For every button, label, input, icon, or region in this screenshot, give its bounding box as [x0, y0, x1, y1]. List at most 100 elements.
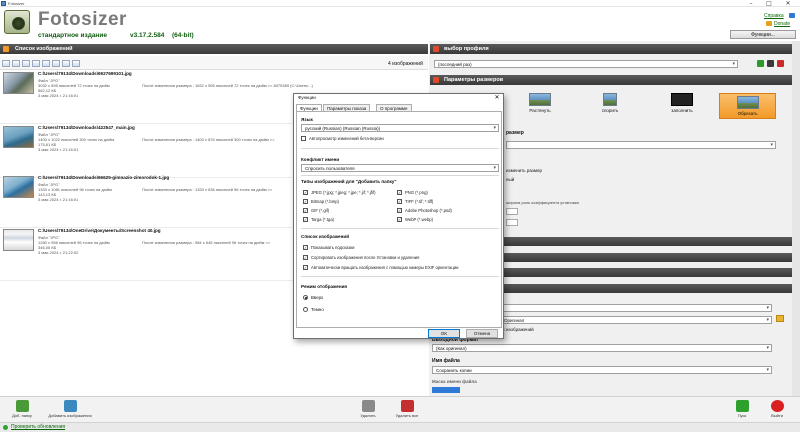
help-link[interactable]: Справка: [764, 13, 784, 19]
add-folder-label: Доб. папку: [12, 413, 32, 418]
radio-dot[interactable]: [303, 295, 308, 301]
auto-preview-checkbox[interactable]: Автопросмотр изменений бета-версии: [301, 136, 384, 142]
remove-all-label: Удалить все: [395, 413, 419, 418]
preview-icon[interactable]: [72, 60, 80, 67]
radio-dot[interactable]: [303, 307, 308, 313]
height-spinner[interactable]: [506, 219, 518, 226]
type-gif-checkbox[interactable]: GIF (*.gif): [303, 208, 330, 214]
save-profile-icon[interactable]: [767, 60, 774, 67]
close-window-button[interactable]: ✕: [781, 0, 795, 7]
checkbox-box[interactable]: [303, 208, 308, 214]
camera-logo-icon: [4, 10, 30, 34]
exit-label: Выйти: [771, 413, 783, 418]
type-label: GIF (*.gif): [311, 208, 330, 213]
power-icon: [770, 400, 784, 412]
mode-dark-radio[interactable]: Темно: [303, 307, 324, 313]
folder-note: ах изображений: [500, 327, 534, 332]
help-icon[interactable]: [789, 13, 795, 18]
ok-button[interactable]: OK: [428, 329, 460, 338]
resize-fit-button[interactable]: спорить: [584, 91, 636, 117]
size-settings-header[interactable]: Параметры размеров ▴: [430, 75, 800, 85]
checkbox-box[interactable]: [303, 255, 308, 261]
type-psd-checkbox[interactable]: Adobe Photoshop (*.psd): [397, 208, 452, 214]
edition-label: стандартное издание: [38, 32, 107, 39]
type-tiff-checkbox[interactable]: TIFF (*.tif; *.tiff): [397, 199, 434, 205]
divider: [301, 276, 499, 277]
checkbox-box[interactable]: [303, 245, 308, 251]
filename-select[interactable]: Сохранить копии: [432, 366, 772, 374]
view-tiles-icon[interactable]: [42, 60, 50, 67]
image-list-options-label: Список изображений: [301, 234, 350, 239]
name-conflict-select[interactable]: Спросить пользователя: [301, 164, 499, 172]
type-jpeg-checkbox[interactable]: JPEG (*.jpg; *.jpeg; *.jpe; *.jif; *.jfi…: [303, 190, 376, 196]
profile-header[interactable]: выбор профиля ▴: [430, 44, 800, 54]
check-updates-link[interactable]: Проверить обновления: [11, 424, 65, 430]
type-tga-checkbox[interactable]: Targa (*.tga): [303, 217, 335, 223]
checkbox-box[interactable]: [301, 136, 306, 142]
width-spinner[interactable]: [506, 208, 518, 215]
view-large-icon[interactable]: [32, 60, 40, 67]
show-tooltips-checkbox[interactable]: Показывать подсказки: [303, 245, 355, 251]
type-label: WebP (*.webp): [405, 217, 434, 222]
rotate-right-icon[interactable]: [62, 60, 70, 67]
view-thumbnails-icon[interactable]: [22, 60, 30, 67]
maximize-button[interactable]: □: [762, 0, 776, 7]
destination-select[interactable]: [500, 304, 772, 312]
checkbox-box[interactable]: [397, 199, 402, 205]
size-select[interactable]: [506, 141, 776, 149]
checkbox-box[interactable]: [303, 217, 308, 223]
view-list-icon[interactable]: [12, 60, 20, 67]
type-webp-checkbox[interactable]: WebP (*.webp): [397, 217, 434, 223]
update-icon: [3, 425, 8, 430]
resize-fill-button[interactable]: заполнить: [656, 91, 708, 117]
resize-stretch-button[interactable]: Растянуть: [514, 91, 566, 117]
profile-icon: [433, 46, 439, 52]
folder-icon[interactable]: [776, 315, 784, 322]
divider: [301, 175, 499, 176]
functions-button[interactable]: Функции...: [730, 30, 796, 39]
add-profile-icon[interactable]: [757, 60, 764, 67]
status-bar: Проверить обновления: [0, 422, 800, 432]
resize-stretch-label: Растянуть: [529, 108, 551, 113]
mode-label: Вверх: [311, 295, 324, 300]
type-label: JPEG (*.jpg; *.jpeg; *.jpe; *.jif; *.jfi…: [311, 190, 376, 195]
language-select[interactable]: русский (Russian) (Russian (Russia)): [301, 124, 499, 132]
app-icon: [1, 1, 6, 6]
start-label: Пуск: [737, 413, 747, 418]
mode-light-radio[interactable]: Вверх: [303, 295, 324, 301]
resize-info: После изменения размера : 1400 х 876 пик…: [142, 137, 275, 142]
checkbox-box[interactable]: [397, 190, 402, 196]
auto-rotate-checkbox[interactable]: Автоматически вращать изображения с помо…: [303, 265, 458, 271]
option-label: Показывать подсказки: [311, 245, 355, 250]
rotate-left-icon[interactable]: [52, 60, 60, 67]
thumbnail-image: [3, 176, 34, 198]
minimize-button[interactable]: –: [744, 0, 758, 7]
window-titlebar: Fotosizer – □ ✕: [0, 0, 800, 7]
add-images-icon: [63, 400, 77, 412]
checkbox-box[interactable]: [303, 199, 308, 205]
view-details-icon[interactable]: [2, 60, 10, 67]
type-bmp-checkbox[interactable]: Bitmap (*.bmp): [303, 199, 339, 205]
stretch-icon: [529, 93, 551, 106]
cancel-button[interactable]: Отмена: [466, 329, 498, 338]
settings-scrollbar[interactable]: [792, 41, 800, 396]
type-png-checkbox[interactable]: PNG (*.png): [397, 190, 428, 196]
checkbox-box[interactable]: [303, 190, 308, 196]
resize-crop-button[interactable]: Обрезать: [719, 93, 776, 119]
checkbox-box[interactable]: [397, 208, 402, 214]
type-label: TIFF (*.tif; *.tiff): [405, 199, 434, 204]
remove-all-icon: [400, 400, 414, 412]
mask-token[interactable]: [432, 387, 460, 393]
type-label: Targa (*.tga): [311, 217, 335, 222]
sort-images-checkbox[interactable]: Сортировать изображения после Установки …: [303, 255, 419, 261]
checkbox-box[interactable]: [397, 217, 402, 223]
image-list-title: Список изображений: [15, 46, 73, 52]
profile-select[interactable]: (последний раз): [434, 60, 738, 68]
dialog-close-button[interactable]: ✕: [492, 94, 502, 102]
delete-profile-icon[interactable]: [777, 60, 784, 67]
folder-select[interactable]: Оригинал: [500, 316, 772, 324]
checkbox-box[interactable]: [303, 265, 308, 271]
donate-link[interactable]: Donate: [774, 21, 790, 27]
output-format-select[interactable]: (Как оригинал): [432, 344, 772, 352]
donate-icon[interactable]: [766, 21, 772, 26]
